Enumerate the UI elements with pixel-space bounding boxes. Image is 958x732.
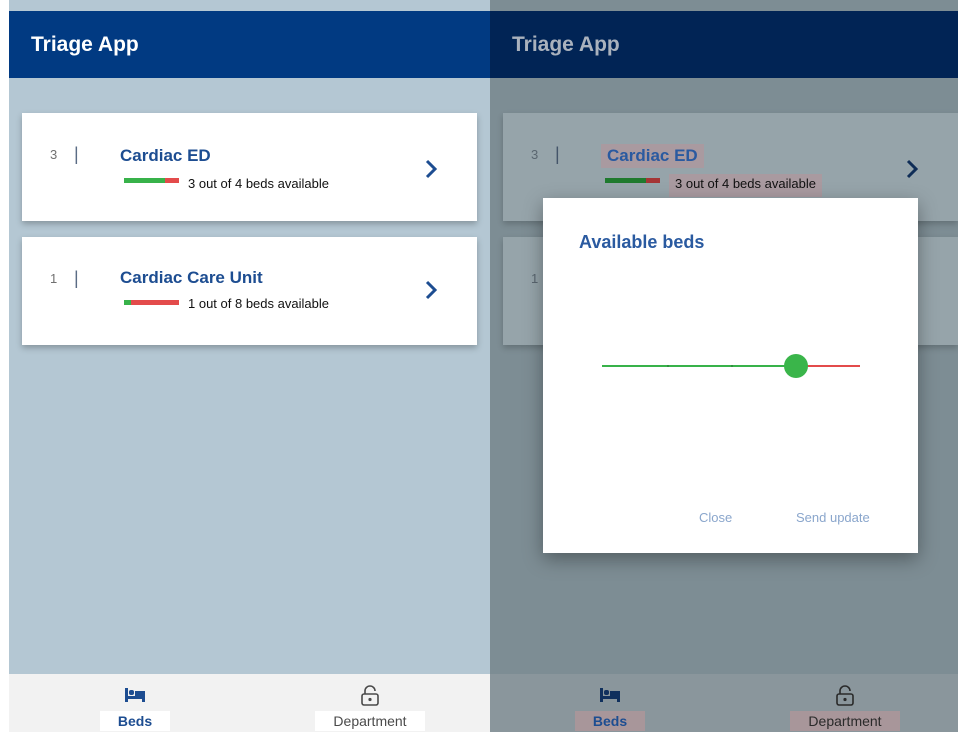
availability-text: 1 out of 8 beds available <box>188 296 329 311</box>
department-count: 3 <box>531 147 539 162</box>
department-count: 1 <box>531 271 539 286</box>
occupied-segment <box>130 300 179 305</box>
department-count: 3 <box>50 147 58 162</box>
availability-bar <box>124 178 179 183</box>
app-bar: Triage App <box>9 11 490 78</box>
available-beds-slider[interactable] <box>602 354 860 378</box>
availability-text: 3 out of 4 beds available <box>188 176 329 191</box>
send-update-button[interactable]: Send update <box>796 510 870 525</box>
occupied-segment <box>646 178 660 183</box>
nav-label: Department <box>315 711 425 731</box>
nav-label: Beds <box>99 711 171 731</box>
lock-icon <box>836 685 854 706</box>
nav-item-department[interactable]: Department <box>775 674 915 732</box>
app-title: Triage App <box>31 32 139 56</box>
bottom-navigation: Beds Department <box>490 674 958 732</box>
slider-thumb[interactable] <box>783 354 808 378</box>
department-card-cardiac-ed[interactable]: 3 | Cardiac ED 3 out of 4 beds available <box>22 113 477 221</box>
nav-item-beds[interactable]: Beds <box>540 674 680 732</box>
count-separator: | <box>555 144 560 164</box>
bed-icon <box>125 688 145 702</box>
lock-icon <box>361 685 379 706</box>
app-title: Triage App <box>512 32 620 56</box>
department-count: 1 <box>50 271 58 286</box>
count-separator: | <box>74 144 79 164</box>
slider-track-fill <box>602 365 796 367</box>
bottom-navigation: Beds Department <box>9 674 490 732</box>
nav-item-beds[interactable]: Beds <box>65 674 205 732</box>
available-segment <box>124 178 166 183</box>
department-name: Cardiac ED <box>120 146 211 165</box>
available-segment <box>605 178 647 183</box>
chevron-right-icon[interactable] <box>423 158 439 180</box>
nav-label: Beds <box>574 711 646 731</box>
slider-tick <box>731 365 733 367</box>
department-name: Cardiac ED <box>601 144 704 168</box>
dialog-title: Available beds <box>579 232 705 252</box>
occupied-segment <box>165 178 179 183</box>
nav-label: Department <box>790 711 900 731</box>
nav-item-department[interactable]: Department <box>300 674 440 732</box>
available-beds-dialog: Available beds Close Send update <box>543 198 918 553</box>
count-separator: | <box>74 268 79 288</box>
available-segment <box>124 300 131 305</box>
close-button[interactable]: Close <box>699 510 732 525</box>
slider-tick <box>666 365 669 367</box>
bed-icon <box>600 688 620 702</box>
availability-bar <box>124 300 179 305</box>
department-card-cardiac-care-unit[interactable]: 1 | Cardiac Care Unit 1 out of 8 beds av… <box>22 237 477 345</box>
chevron-right-icon[interactable] <box>904 158 920 180</box>
app-bar: Triage App <box>490 11 958 78</box>
department-name: Cardiac Care Unit <box>120 268 263 287</box>
screen-department-list: Triage App 3 | Cardiac ED 3 out of 4 bed… <box>9 0 490 732</box>
availability-bar <box>605 178 660 183</box>
availability-text: 3 out of 4 beds available <box>669 174 822 197</box>
chevron-right-icon[interactable] <box>423 279 439 301</box>
